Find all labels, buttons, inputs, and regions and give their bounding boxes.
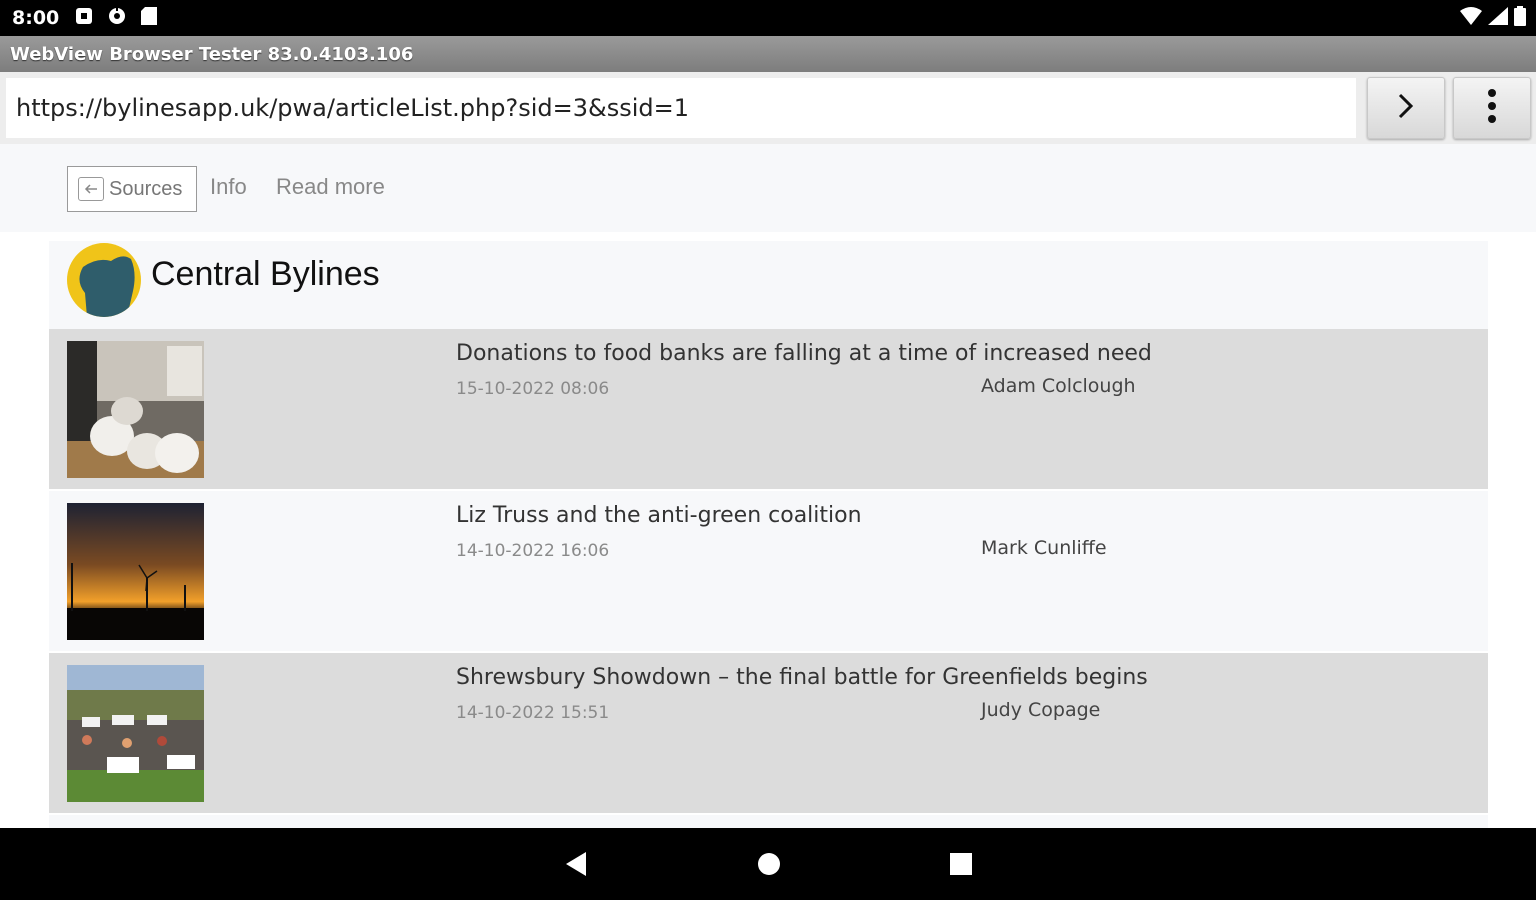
article-date: 14-10-2022 16:06	[456, 541, 610, 561]
article-thumbnail	[67, 341, 204, 478]
info-link[interactable]: Info	[210, 174, 247, 200]
back-triangle-icon[interactable]	[564, 850, 588, 883]
web-page: Sources Info Read more Central Bylines D…	[0, 144, 1536, 828]
window-title: WebView Browser Tester 83.0.4103.106	[10, 43, 414, 65]
article-author: Mark Cunliffe	[981, 537, 1107, 559]
cell-signal-icon	[1488, 7, 1508, 30]
source-header: Central Bylines	[49, 241, 1488, 329]
settings-gear-icon	[107, 5, 127, 31]
article-author: Adam Colclough	[981, 375, 1136, 397]
article-row-partial	[49, 815, 1488, 828]
sources-button[interactable]: Sources	[67, 166, 197, 212]
url-input[interactable]	[6, 78, 1356, 138]
go-button[interactable]	[1367, 77, 1445, 139]
article-title[interactable]: Shrewsbury Showdown – the final battle f…	[456, 665, 1148, 690]
source-logo	[67, 243, 141, 317]
back-arrow-icon	[78, 177, 104, 201]
article-row[interactable]: Donations to food banks are falling at a…	[49, 329, 1488, 489]
source-title: Central Bylines	[151, 255, 380, 293]
status-bar: 8:00	[0, 0, 1536, 36]
wifi-icon	[1460, 7, 1482, 30]
sources-label: Sources	[109, 177, 183, 200]
sd-card-icon	[141, 6, 158, 30]
page-nav: Sources Info Read more	[0, 144, 1536, 232]
battery-icon	[1514, 6, 1526, 31]
read-more-link[interactable]: Read more	[276, 174, 385, 200]
article-title[interactable]: Donations to food banks are falling at a…	[456, 341, 1152, 366]
article-author: Judy Copage	[981, 699, 1101, 721]
system-navigation-bar	[0, 828, 1536, 900]
article-row[interactable]: Liz Truss and the anti-green coalition 1…	[49, 491, 1488, 651]
window-title-bar: WebView Browser Tester 83.0.4103.106	[0, 36, 1536, 72]
status-time: 8:00	[12, 7, 60, 29]
overflow-menu-button[interactable]	[1453, 77, 1531, 139]
article-title[interactable]: Liz Truss and the anti-green coalition	[456, 503, 862, 528]
notification-square-icon	[75, 7, 93, 30]
recents-square-icon[interactable]	[948, 850, 974, 883]
article-thumbnail	[67, 665, 204, 802]
article-row[interactable]: Shrewsbury Showdown – the final battle f…	[49, 653, 1488, 813]
article-date: 14-10-2022 15:51	[456, 703, 610, 723]
address-bar	[0, 72, 1536, 144]
chevron-right-icon	[1396, 92, 1416, 125]
more-vert-icon	[1487, 88, 1497, 129]
article-date: 15-10-2022 08:06	[456, 379, 610, 399]
article-thumbnail	[67, 503, 204, 640]
home-circle-icon[interactable]	[756, 850, 782, 883]
